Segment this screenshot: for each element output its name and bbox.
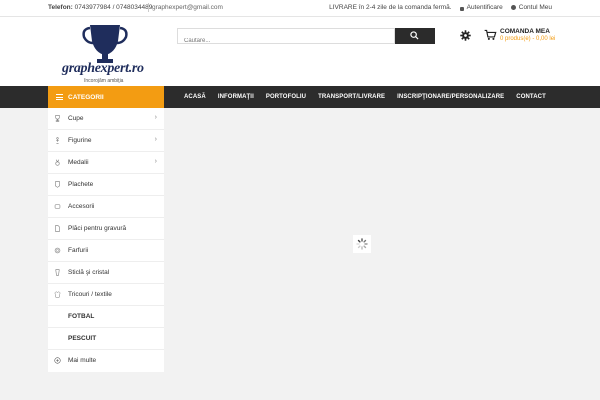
login-label: Autentificare [466,4,503,11]
tshirt-icon [54,291,61,298]
phone-info: Telefon: 0743977984 / 0748034489 [48,4,152,11]
login-link[interactable]: Autentificare [459,4,503,11]
category-item-plachete[interactable]: Plachete [48,174,164,196]
category-item-cupe[interactable]: Cupe › [48,108,164,130]
category-label: Medalii [68,159,89,166]
categories-sidebar: Cupe › Figurine › Medalii › Plachete Acc… [48,108,164,372]
logo-text[interactable]: graphexpert.ro [62,61,144,77]
gear-icon[interactable] [460,30,471,41]
category-item-medalii[interactable]: Medalii › [48,152,164,174]
plus-circle-icon [54,357,61,364]
category-item-more[interactable]: Mai multe [48,350,164,372]
chevron-right-icon: › [154,136,157,143]
nav-item-portfolio[interactable]: PORTOFOLIU [266,94,306,100]
nav-item-contact[interactable]: CONTACT [516,94,546,100]
search-icon [410,31,419,40]
lock-icon [459,6,464,11]
nav-item-transport[interactable]: TRANSPORT/LIVRARE [318,94,385,100]
plate-icon [55,225,60,232]
category-label: FOTBAL [68,313,95,320]
spinner-icon [356,238,368,250]
user-icon [510,5,516,10]
category-label: Figurine [68,137,92,144]
cart-icon[interactable] [484,29,497,41]
category-label: Accesorii [68,203,95,210]
plaque-icon [55,181,60,188]
category-item-tricouri[interactable]: Tricouri / textile [48,284,164,306]
figurine-icon [56,137,59,144]
nav-item-home[interactable]: ACASĂ [184,94,206,100]
category-label: PESCUIT [68,335,97,342]
category-label: Plachete [68,181,94,188]
glass-icon [55,269,60,276]
category-item-figurine[interactable]: Figurine › [48,130,164,152]
chevron-right-icon: › [154,158,157,165]
category-label: Farfurii [68,247,89,254]
category-label: Plăci pentru gravură [68,225,127,232]
cart-summary[interactable]: 0 produs(e) - 0,00 lei [500,36,555,42]
category-label: Sticlă şi cristal [68,269,110,276]
top-right-links: LIVRARE în 2-4 zile de la comanda fermă.… [329,4,552,11]
divider [148,3,149,12]
search-box [177,28,400,48]
trophy-icon [55,115,60,122]
category-item-sticla-cristal[interactable]: Sticlă şi cristal [48,262,164,284]
phone-numbers[interactable]: 0743977984 / 0748034489 [75,4,153,11]
categories-toggle[interactable]: CATEGORII [48,86,164,108]
account-link[interactable]: Contul Meu [510,4,552,11]
logo-tagline: încorojăm ambiţia [84,78,124,84]
nav-item-info[interactable]: INFORMAŢII [218,94,254,100]
category-item-pescuit[interactable]: PESCUIT [48,328,164,350]
chevron-right-icon: › [154,114,157,121]
search-button[interactable] [395,28,435,44]
delivery-info: LIVRARE în 2-4 zile de la comanda fermă. [329,4,452,11]
dish-icon [54,247,61,254]
phone-label: Telefon: [48,4,73,11]
header: graphexpert.ro încorojăm ambiţia COMANDA… [0,17,600,86]
category-label: Mai multe [68,357,97,364]
accessory-icon [54,204,61,209]
main-menu: ACASĂ INFORMAŢII PORTOFOLIU TRANSPORT/LI… [184,86,558,108]
account-label: Contul Meu [518,4,552,11]
categories-title: CATEGORII [68,94,104,101]
category-item-placi-gravura[interactable]: Plăci pentru gravură [48,218,164,240]
category-label: Tricouri / textile [68,291,112,298]
loading-spinner [353,235,371,253]
medal-icon [55,159,60,166]
category-item-fotbal[interactable]: FOTBAL [48,306,164,328]
nav-item-engraving[interactable]: INSCRIPŢIONARE/PERSONALIZARE [397,94,504,100]
menu-icon [56,94,63,102]
search-input[interactable] [178,34,400,48]
cart-title[interactable]: COMANDA MEA [500,28,550,35]
category-item-farfurii[interactable]: Farfurii [48,240,164,262]
top-bar: Telefon: 0743977984 / 0748034489 graphex… [0,0,600,17]
email-link[interactable]: graphexpert@gmail.com [152,4,223,11]
category-item-accesorii[interactable]: Accesorii [48,196,164,218]
category-label: Cupe [68,115,84,122]
